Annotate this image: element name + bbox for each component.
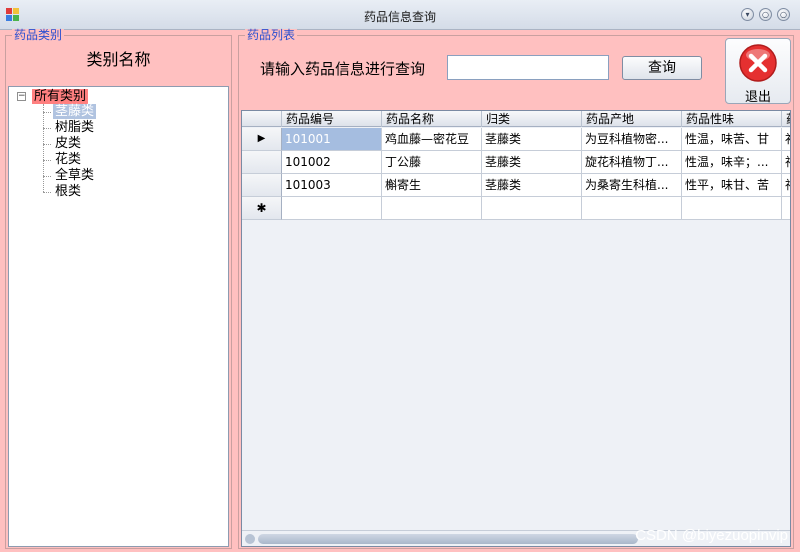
tree-item-label: 全草类 [55,168,95,183]
grid-cell[interactable] [382,197,482,220]
new-row-asterisk-icon[interactable]: ✱ [242,197,282,220]
grid-cell[interactable]: 茎藤类 [482,151,582,174]
tree-item-label: 皮类 [55,136,82,151]
grid-cell[interactable] [482,197,582,220]
tree-item-hua[interactable]: 花类 [43,152,83,167]
new-row[interactable]: ✱ [242,197,790,220]
close-circle-icon [739,44,777,82]
close-button[interactable]: ○ [777,8,790,21]
tree-item-label: 树脂类 [55,120,95,135]
category-group: 药品类别 类别名称 − 所有类别 茎藤类 树脂类 皮类 花类 全草类 根类 [5,29,232,549]
tree-item-quancao[interactable]: 全草类 [43,168,96,183]
watermark: CSDN @biyezuopinvip [635,527,788,544]
exit-label: 退出 [744,90,771,105]
grid-cell[interactable]: 性温，味苦、甘 [682,128,782,151]
grid-cell[interactable]: 茎藤类 [482,128,582,151]
maximize-button[interactable]: ○ [759,8,772,21]
column-header-more[interactable]: 药 [782,111,790,127]
column-header-origin[interactable]: 药品产地 [582,111,682,127]
grid-cell[interactable]: 性温，味辛；... [682,151,782,174]
window-title: 药品信息查询 [363,10,436,24]
row-selector[interactable] [242,174,282,197]
row-selector-icon[interactable]: ▶ [242,128,282,151]
grid-corner-cell [242,111,282,127]
grid-cell[interactable] [282,197,382,220]
window-client-area: 药品类别 类别名称 − 所有类别 茎藤类 树脂类 皮类 花类 全草类 根类 药品… [0,29,800,552]
grid-cell[interactable]: 祛 [782,151,790,174]
grid-cell[interactable]: 101002 [282,151,382,174]
grid-cell[interactable]: 101003 [282,174,382,197]
category-tree[interactable]: − 所有类别 茎藤类 树脂类 皮类 花类 全草类 根类 [8,86,229,547]
scroll-thumb[interactable] [258,534,638,544]
column-header-name[interactable]: 药品名称 [382,111,482,127]
grid-cell[interactable]: 茎藤类 [482,174,582,197]
grid-cell[interactable]: 丁公藤 [382,151,482,174]
grid-cell[interactable]: 祛 [782,174,790,197]
tree-connector-line [43,104,44,192]
grid-cell[interactable]: 鸡血藤—密花豆 [382,128,482,151]
tree-item-label: 茎藤类 [55,104,95,119]
table-row[interactable]: ▶ 101001 鸡血藤—密花豆 茎藤类 为豆科植物密... 性温，味苦、甘 补 [242,128,790,151]
column-header-nature[interactable]: 药品性味 [682,111,782,127]
row-selector[interactable] [242,151,282,174]
grid-cell[interactable] [682,197,782,220]
grid-cell[interactable]: 槲寄生 [382,174,482,197]
category-group-title: 药品类别 [12,28,65,42]
tree-item-pi[interactable]: 皮类 [43,136,83,151]
grid-cell[interactable]: 为豆科植物密... [582,128,682,151]
tree-collapse-icon[interactable]: − [17,92,26,101]
title-bar: 药品信息查询 ▾ ○ ○ [0,0,800,30]
tree-item-gen[interactable]: 根类 [43,184,83,199]
table-row[interactable]: 101002 丁公藤 茎藤类 旋花科植物丁... 性温，味辛；... 祛 [242,151,790,174]
category-header: 类别名称 [86,50,151,69]
tree-item-shuzhi[interactable]: 树脂类 [43,120,96,135]
tree-root-label[interactable]: 所有类别 [32,89,89,104]
grid-cell[interactable]: 101001 [282,128,382,151]
search-label: 请输入药品信息进行查询 [260,60,426,78]
drug-data-grid[interactable]: 药品编号 药品名称 归类 药品产地 药品性味 药 ▶ 101001 鸡血藤—密花… [241,110,791,547]
grid-cell[interactable] [582,197,682,220]
drug-list-group-title: 药品列表 [245,28,298,42]
column-header-id[interactable]: 药品编号 [282,111,382,127]
grid-cell[interactable]: 性平，味甘、苦 [682,174,782,197]
grid-cell[interactable]: 补 [782,128,790,151]
grid-cell[interactable]: 旋花科植物丁... [582,151,682,174]
tree-item-label: 花类 [55,152,82,167]
exit-button[interactable]: 退出 [725,38,791,105]
scroll-left-icon[interactable] [245,534,255,544]
tree-item-label: 根类 [55,184,82,199]
search-input[interactable] [447,55,609,80]
minimize-button[interactable]: ▾ [741,8,754,21]
grid-cell[interactable]: 为桑寄生科植... [582,174,682,197]
grid-header: 药品编号 药品名称 归类 药品产地 药品性味 药 [242,111,790,127]
grid-cell[interactable] [782,197,790,220]
tree-item-jingteng[interactable]: 茎藤类 [43,104,97,119]
query-button[interactable]: 查询 [622,56,702,80]
table-row[interactable]: 101003 槲寄生 茎藤类 为桑寄生科植... 性平，味甘、苦 祛 [242,174,790,197]
drug-list-group: 药品列表 请输入药品信息进行查询 查询 退出 药品编号 药品名称 归类 药品产地… [238,29,794,549]
column-header-category[interactable]: 归类 [482,111,582,127]
